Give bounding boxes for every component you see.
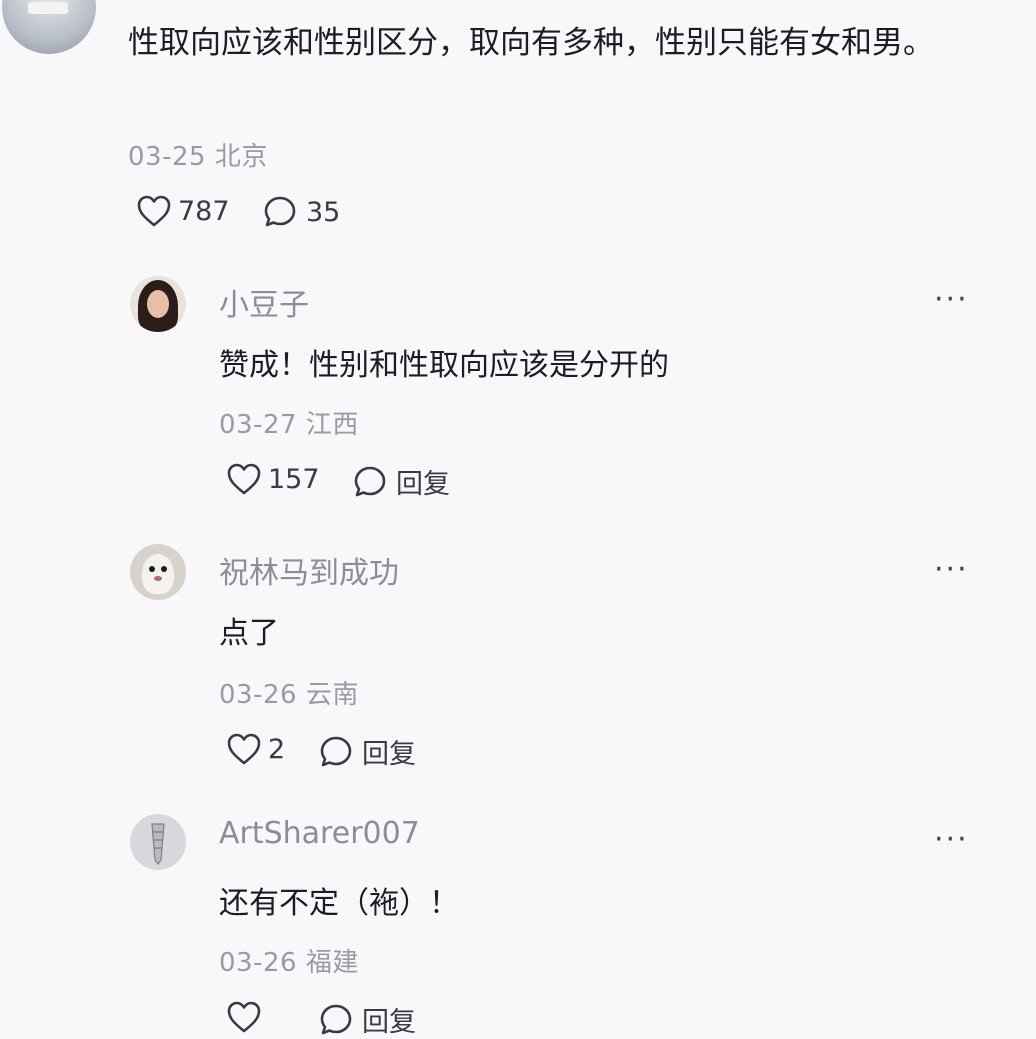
comment-icon — [318, 734, 354, 770]
top-like-button[interactable]: 787 — [136, 194, 230, 228]
more-icon[interactable]: ··· — [934, 552, 969, 587]
like-count: 2 — [268, 733, 286, 765]
reply-text: 还有不定（袘）！ — [219, 886, 459, 921]
reply-label: 回复 — [362, 1007, 416, 1038]
reply-username[interactable]: 小豆子 — [219, 280, 309, 324]
comment-icon — [352, 464, 388, 500]
reply-username[interactable]: 祝林马到成功 — [219, 548, 399, 592]
reply-text: 赞成！性别和性取向应该是分开的 — [219, 348, 669, 383]
heart-icon — [226, 1000, 262, 1034]
avatar[interactable] — [130, 814, 186, 870]
like-button[interactable]: 157 — [226, 462, 320, 496]
reply-meta: 03-27 江西 — [219, 404, 359, 441]
reply-label: 回复 — [396, 469, 450, 500]
comment-location: 北京 — [214, 142, 268, 172]
comment-date: 03-27 — [219, 410, 298, 440]
comment-date: 03-26 — [219, 680, 298, 710]
top-comment-avatar[interactable] — [2, 0, 96, 54]
top-comment-meta: 03-25 北京 — [128, 136, 268, 173]
heart-icon — [226, 462, 262, 496]
comment-location: 江西 — [305, 410, 359, 440]
top-comment-button[interactable]: 35 — [262, 194, 340, 230]
comment-location: 福建 — [305, 948, 359, 978]
comment-location: 云南 — [305, 680, 359, 710]
heart-icon — [136, 194, 172, 228]
heart-icon — [226, 732, 262, 766]
reply-button[interactable]: 回复 — [318, 1000, 416, 1039]
more-icon[interactable]: ··· — [934, 282, 969, 317]
like-count: 787 — [178, 195, 230, 227]
like-button[interactable]: 2 — [226, 732, 285, 766]
avatar[interactable] — [130, 276, 186, 332]
like-button[interactable] — [226, 1000, 262, 1034]
comment-icon — [318, 1002, 354, 1038]
avatar[interactable] — [130, 544, 186, 600]
reply-username[interactable]: ArtSharer007 — [219, 816, 420, 851]
reply-label: 回复 — [362, 739, 416, 770]
reply-meta: 03-26 云南 — [219, 674, 359, 711]
top-comment-text: 性取向应该和性别区分，取向有多种，性别只能有女和男。 — [128, 25, 934, 61]
reply-text: 点了 — [219, 616, 279, 651]
more-icon[interactable]: ··· — [934, 822, 969, 857]
comment-date: 03-25 — [128, 142, 207, 172]
comment-icon — [262, 194, 298, 230]
reply-button[interactable]: 回复 — [352, 462, 450, 501]
reply-button[interactable]: 回复 — [318, 732, 416, 771]
like-count: 157 — [268, 463, 320, 495]
reply-count: 35 — [306, 196, 341, 228]
reply-meta: 03-26 福建 — [219, 942, 359, 979]
comment-date: 03-26 — [219, 948, 298, 978]
